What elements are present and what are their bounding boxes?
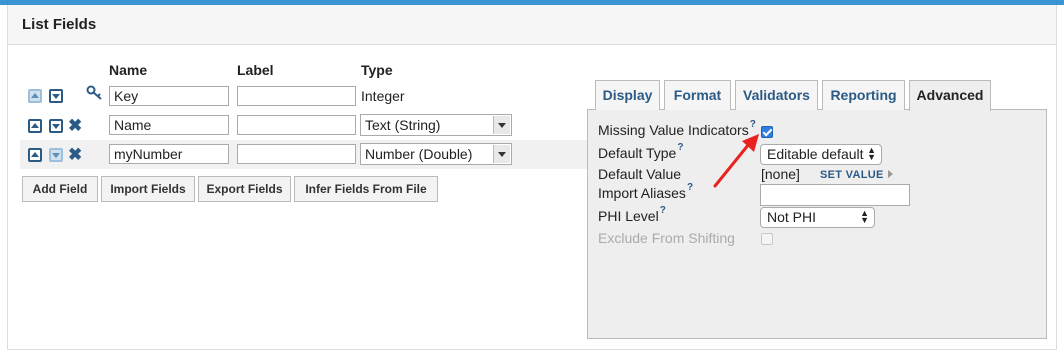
move-up-icon xyxy=(28,89,42,103)
delete-field-icon[interactable]: ✖ xyxy=(68,117,82,134)
column-header-label: Label xyxy=(237,62,274,78)
infer-fields-button[interactable]: Infer Fields From File xyxy=(294,176,438,202)
field-type-text: Integer xyxy=(361,88,405,104)
import-fields-button[interactable]: Import Fields xyxy=(101,176,195,202)
field-label-input[interactable] xyxy=(237,86,356,106)
tab-reporting[interactable]: Reporting xyxy=(822,80,905,110)
tab-advanced[interactable]: Advanced xyxy=(909,80,991,111)
add-field-button[interactable]: Add Field xyxy=(22,176,98,202)
default-type-select[interactable]: Editable default ▲ ▼ xyxy=(760,144,882,165)
column-header-type: Type xyxy=(361,62,393,78)
help-icon[interactable]: ? xyxy=(677,142,683,153)
set-value-label: SET VALUE xyxy=(820,169,884,181)
default-type-value: Editable default xyxy=(767,146,864,162)
move-down-icon[interactable] xyxy=(49,119,63,133)
help-icon[interactable]: ? xyxy=(687,182,693,193)
panel-header: List Fields xyxy=(8,5,1056,45)
move-up-icon[interactable] xyxy=(28,148,42,162)
phi-level-value: Not PHI xyxy=(767,209,817,225)
tab-format[interactable]: Format xyxy=(664,80,731,110)
field-name-input[interactable] xyxy=(109,115,229,135)
primary-key-icon xyxy=(86,85,102,100)
export-fields-button[interactable]: Export Fields xyxy=(198,176,291,202)
field-label-input[interactable] xyxy=(237,115,356,135)
chevron-down-icon xyxy=(493,116,510,134)
delete-field-icon[interactable]: ✖ xyxy=(68,146,82,163)
field-name-input[interactable] xyxy=(109,86,229,106)
phi-level-select[interactable]: Not PHI ▲ ▼ xyxy=(760,207,875,228)
exclude-from-shifting-label: Exclude From Shifting xyxy=(598,230,735,246)
updown-icon: ▲ ▼ xyxy=(867,145,876,162)
import-aliases-input[interactable] xyxy=(760,184,910,206)
label-text: Import Aliases xyxy=(598,185,686,201)
default-type-label: Default Type? xyxy=(598,142,683,161)
column-header-name: Name xyxy=(109,62,148,78)
tab-display[interactable]: Display xyxy=(595,80,660,110)
import-aliases-label: Import Aliases? xyxy=(598,182,693,201)
default-value-label: Default Value xyxy=(598,166,682,182)
chevron-down-icon xyxy=(493,145,510,163)
field-type-select[interactable]: Text (String) xyxy=(360,114,512,136)
move-down-icon[interactable] xyxy=(49,89,63,103)
field-type-value: Number (Double) xyxy=(365,146,473,162)
exclude-from-shifting-checkbox xyxy=(761,233,773,245)
field-name-input[interactable] xyxy=(109,144,229,164)
panel-title: List Fields xyxy=(22,16,97,33)
field-type-select[interactable]: Number (Double) xyxy=(360,143,512,165)
field-label-input[interactable] xyxy=(237,144,356,164)
help-icon[interactable]: ? xyxy=(660,205,666,216)
annotation-arrow-icon xyxy=(713,134,759,188)
label-text: Default Type xyxy=(598,145,677,161)
help-icon[interactable]: ? xyxy=(750,119,756,130)
chevron-right-icon xyxy=(887,170,893,178)
default-value-text: [none] xyxy=(761,166,800,182)
set-value-link[interactable]: SET VALUE xyxy=(820,169,893,181)
move-up-icon[interactable] xyxy=(28,119,42,133)
label-text: PHI Level xyxy=(598,208,659,224)
tab-validators[interactable]: Validators xyxy=(735,80,818,110)
phi-level-label: PHI Level? xyxy=(598,205,666,224)
move-down-icon xyxy=(49,148,63,162)
field-type-value: Text (String) xyxy=(365,117,441,133)
updown-icon: ▲ ▼ xyxy=(860,208,869,225)
